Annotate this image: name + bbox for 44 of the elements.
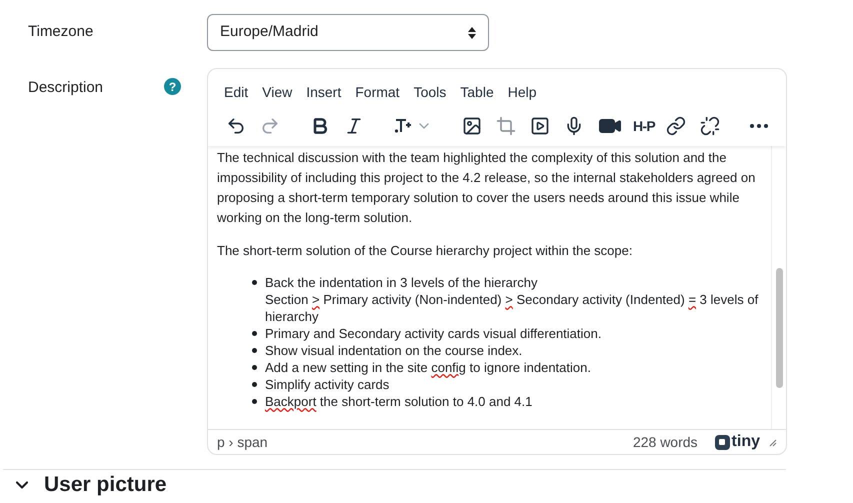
menu-item[interactable]: Format [350, 81, 405, 103]
timezone-select[interactable]: Europe/Madrid [207, 14, 489, 51]
paragraph: The short-term solution of the Course hierarchy project within the scope: [217, 242, 634, 260]
scrollbar-thumb[interactable] [776, 268, 782, 388]
list-item-text: Primary and Secondary activity cards visual differentiation. [265, 325, 602, 342]
bullet-icon [252, 399, 257, 404]
help-icon[interactable]: ? [164, 78, 181, 95]
bullet-icon [252, 348, 257, 353]
menu-item[interactable]: Tools [408, 81, 452, 103]
list-item-text: Section > Primary activity (Non-indented) > Secondary activity (Indented) = 3 levels of hierarchy [265, 291, 760, 325]
text-size-icon [394, 117, 412, 135]
menu-item[interactable]: Insert [301, 81, 346, 103]
timezone-label: Timezone [28, 23, 94, 40]
play-icon [530, 116, 550, 136]
paragraph: The technical discussion with the team highlighted the complexity of this solution and the impossibility of including this project to the 4.2 release, so the internal stakeholders agreed on proposing a short-term temporary solution to cover the users needs around this issue while working on the long-term solution. [217, 149, 756, 227]
link-icon [666, 116, 686, 136]
menu-item[interactable]: Help [502, 81, 542, 103]
undo-icon [226, 116, 246, 136]
more-icon [750, 124, 768, 128]
list-item-text: Backport the short-term solution to 4.0 and 4.1 [265, 393, 532, 410]
element-path[interactable]: p › span [217, 432, 268, 452]
list-item-text: Add a new setting in the site config to ignore indentation. [265, 359, 591, 376]
bullet-icon [252, 331, 257, 336]
description-label: Description [28, 78, 104, 98]
sort-caret-icon [468, 26, 476, 38]
image-icon [462, 116, 482, 136]
menu-item[interactable]: Table [455, 81, 499, 103]
bullet-icon [252, 280, 257, 285]
menu-item[interactable]: View [257, 81, 298, 103]
redo-icon [260, 116, 280, 136]
list-item-text: Show visual indentation on the course index. [265, 342, 522, 359]
section-title: User picture [44, 473, 167, 497]
menu-item[interactable]: Edit [219, 81, 254, 103]
tiny-logo-icon [714, 434, 730, 450]
list-item-text: Back the indentation in 3 levels of the hierarchy [265, 274, 538, 291]
bullet-icon [252, 382, 257, 387]
crop-icon [496, 116, 516, 136]
unlink-icon [700, 116, 720, 136]
resize-handle-icon[interactable] [768, 438, 777, 446]
list-item-text: Simplify activity cards [265, 376, 390, 393]
brand-text: tiny [732, 432, 760, 452]
word-count[interactable]: 228 words [632, 432, 698, 452]
bullet-icon [252, 365, 257, 370]
h5p-button[interactable]: H-P [629, 110, 660, 142]
